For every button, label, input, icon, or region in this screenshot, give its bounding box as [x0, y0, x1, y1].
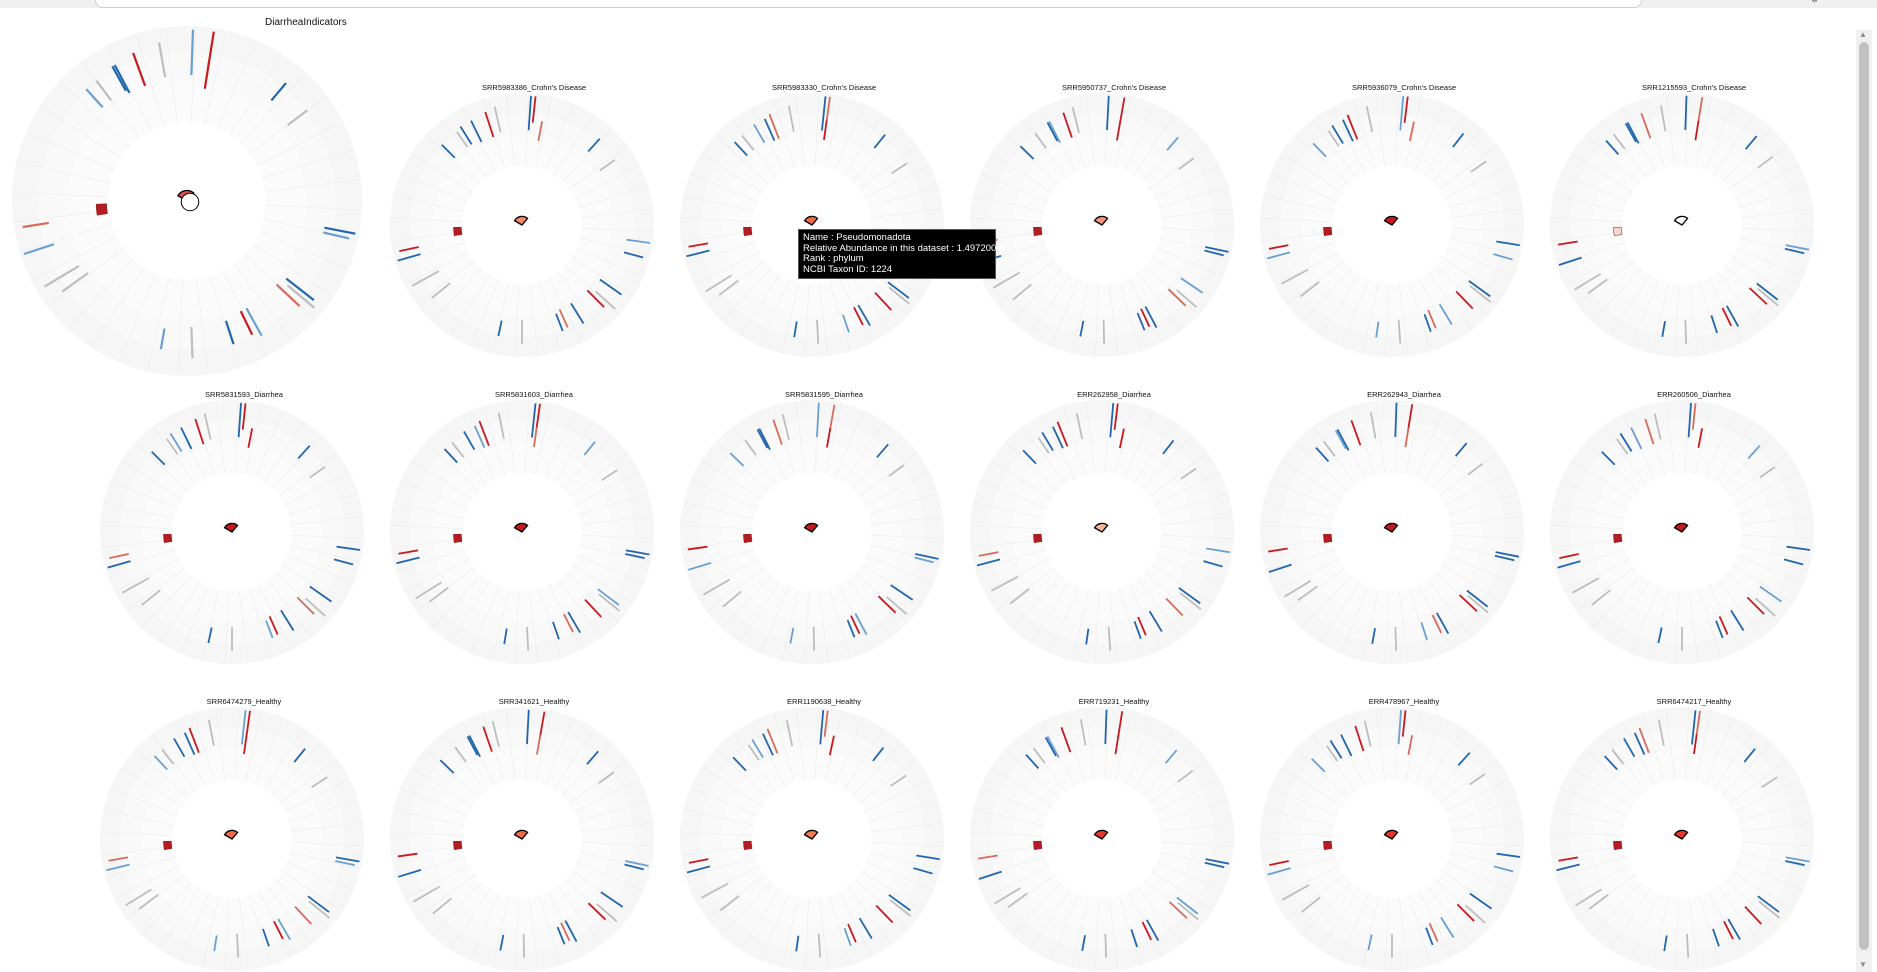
vertical-scrollbar[interactable]: ▲ ▼: [1856, 30, 1872, 972]
taxon-spike: [1104, 709, 1108, 745]
panel-title: ERR262943_Diarrhea: [1367, 390, 1442, 399]
taxon-wedge: [743, 226, 753, 237]
center-node: [180, 192, 200, 212]
panel-title: ERR1190638_Healthy: [787, 697, 861, 706]
taxon-wedge: [1613, 840, 1623, 851]
taxon-wedge: [163, 533, 173, 544]
sunburst-panel-3: [970, 93, 1234, 357]
panel-title: SRR5936079_Crohn's Disease: [1352, 83, 1456, 92]
taxon-wedge: [1613, 533, 1623, 544]
scrollbar-thumb[interactable]: [1859, 42, 1869, 950]
panel-title: ERR719231_Healthy: [1079, 697, 1150, 706]
taxon-wedge: [453, 226, 463, 237]
panel-title: SRR5831603_Diarrhea: [495, 390, 574, 399]
tooltip-taxon-id: NCBI Taxon ID: 1224: [803, 263, 893, 275]
panel-title: SRR5983386_Crohn's Disease: [482, 83, 586, 92]
taxon-spike: [1684, 319, 1688, 344]
panel-title: SRR5831593_Diarrhea: [205, 390, 284, 399]
taxon-spike: [1394, 626, 1398, 651]
taxon-wedge: [95, 203, 108, 216]
sunburst-panel-17: [1550, 707, 1814, 971]
taxon-wedge: [1033, 533, 1043, 544]
sunburst-panel-1: [390, 93, 654, 357]
taxon-wedge: [1033, 840, 1043, 851]
taxon-wedge: [743, 533, 753, 544]
sunburst-panel-0: [12, 26, 362, 376]
taxon-wedge: [1033, 226, 1043, 237]
taxon-wedge: [1323, 840, 1333, 851]
sunburst-panel-15: [970, 707, 1234, 971]
sunburst-grid-view: DiarrheaIndicators SRR5983386_Crohn's Dis…: [0, 8, 1877, 972]
sunburst-panel-2: [680, 93, 944, 357]
sunburst-panel-6: [100, 400, 364, 664]
taxon-wedge: [163, 840, 173, 851]
sunburst-panel-10: [1260, 400, 1524, 664]
panel-title: ERR478967_Healthy: [1369, 697, 1440, 706]
panel-title: SRR341621_Healthy: [499, 697, 570, 706]
panel-title: SRR5831595_Diarrhea: [785, 390, 864, 399]
chevron-up-icon[interactable]: ▲: [1859, 30, 1867, 39]
taxon-wedge: [1323, 533, 1333, 544]
chevron-down-icon[interactable]: ▼: [1859, 960, 1867, 969]
taxon-spike: [190, 326, 194, 359]
sunburst-panel-12: [100, 707, 364, 971]
panel-title: SRR6474217_Healthy: [1657, 697, 1732, 706]
tooltip-name: Name : Pseudomonadota: [803, 232, 911, 243]
taxon-wedge: [453, 840, 463, 851]
panel-title: SRR5950737_Crohn's Disease: [1062, 83, 1166, 92]
taxon-spike: [1684, 95, 1688, 131]
taxon-spike: [1104, 933, 1108, 958]
taxon-tooltip: Name : Pseudomonadota Relative Abundance…: [798, 229, 1005, 280]
sunburst-panel-5: [1550, 93, 1814, 357]
main-title: DiarrheaIndicators: [265, 17, 347, 28]
panel-title: ERR260506_Diarrhea: [1657, 390, 1732, 399]
taxon-spike: [1686, 933, 1690, 958]
taxon-wedge: [743, 840, 753, 851]
sunburst-panel-9: [970, 400, 1234, 664]
sunburst-panel-4: [1260, 93, 1524, 357]
panel-title: ERR262958_Diarrhea: [1077, 390, 1152, 399]
taxon-spike: [236, 933, 240, 958]
gear-icon[interactable]: ⚙: [1810, 0, 1819, 5]
taxon-spike: [526, 626, 530, 651]
toolbar-input[interactable]: [95, 0, 1642, 8]
panel-title: SRR1215593_Crohn's Disease: [1642, 83, 1746, 92]
panel-title: SRR5983330_Crohn's Disease: [772, 83, 876, 92]
sunburst-panel-7: [390, 400, 654, 664]
sunburst-canvas: DiarrheaIndicators SRR5983386_Crohn's Dis…: [12, 17, 1814, 971]
taxon-spike: [816, 319, 820, 344]
sunburst-panel-8: [680, 400, 944, 664]
sunburst-panel-11: [1550, 400, 1814, 664]
sunburst-panel-16: [1260, 707, 1524, 971]
taxon-wedge: [1613, 226, 1623, 237]
taxon-spike: [1394, 402, 1398, 438]
sunburst-panel-13: [390, 707, 654, 971]
taxon-wedge: [1323, 226, 1333, 237]
top-toolbar: ⚙: [0, 0, 1877, 8]
taxon-wedge: [453, 533, 463, 544]
panel-title: SRR6474279_Healthy: [207, 697, 282, 706]
sunburst-panel-14: [680, 707, 944, 971]
